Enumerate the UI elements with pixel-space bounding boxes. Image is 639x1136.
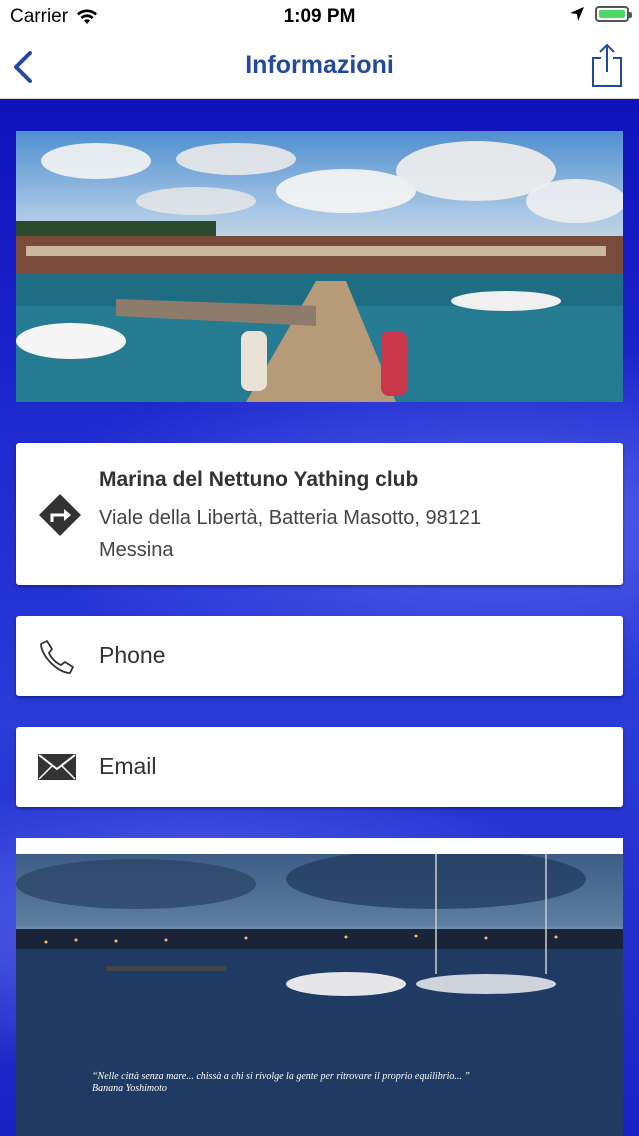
email-card[interactable]: Email <box>16 727 623 807</box>
status-time: 1:09 PM <box>283 6 356 27</box>
status-bar: Carrier 1:09 PM <box>0 0 639 36</box>
email-label: Email <box>99 753 157 779</box>
address-card[interactable]: Marina del Nettuno Yathing club Viale de… <box>16 443 623 585</box>
phone-label: Phone <box>99 642 166 668</box>
navigation-bar: Informazioni <box>0 36 639 99</box>
page-title: Informazioni <box>245 51 394 79</box>
phone-icon <box>40 640 74 674</box>
address-line-2: Messina <box>99 539 174 561</box>
photo-quote: “Nelle città senza mare... chissà a chi … <box>92 1071 592 1095</box>
place-name: Marina del Nettuno Yathing club <box>99 468 419 491</box>
status-right <box>569 6 632 22</box>
directions-icon <box>39 494 81 536</box>
marina-pier-photo <box>16 131 623 402</box>
battery-icon <box>595 6 632 22</box>
marina-pier-illustration <box>16 141 623 402</box>
location-arrow-icon <box>570 7 584 21</box>
share-icon[interactable] <box>589 42 625 88</box>
quote-author: Banana Yoshimoto <box>92 1083 167 1094</box>
envelope-icon <box>38 754 76 780</box>
battery-level <box>599 10 625 18</box>
address-text: Viale della Libertà, Batteria Masotto, 9… <box>99 502 599 566</box>
address-line-1: Viale della Libertà, Batteria Masotto, 9… <box>99 507 482 529</box>
phone-card[interactable]: Phone <box>16 616 623 696</box>
quote-text: “Nelle città senza mare... chissà a chi … <box>92 1071 470 1082</box>
